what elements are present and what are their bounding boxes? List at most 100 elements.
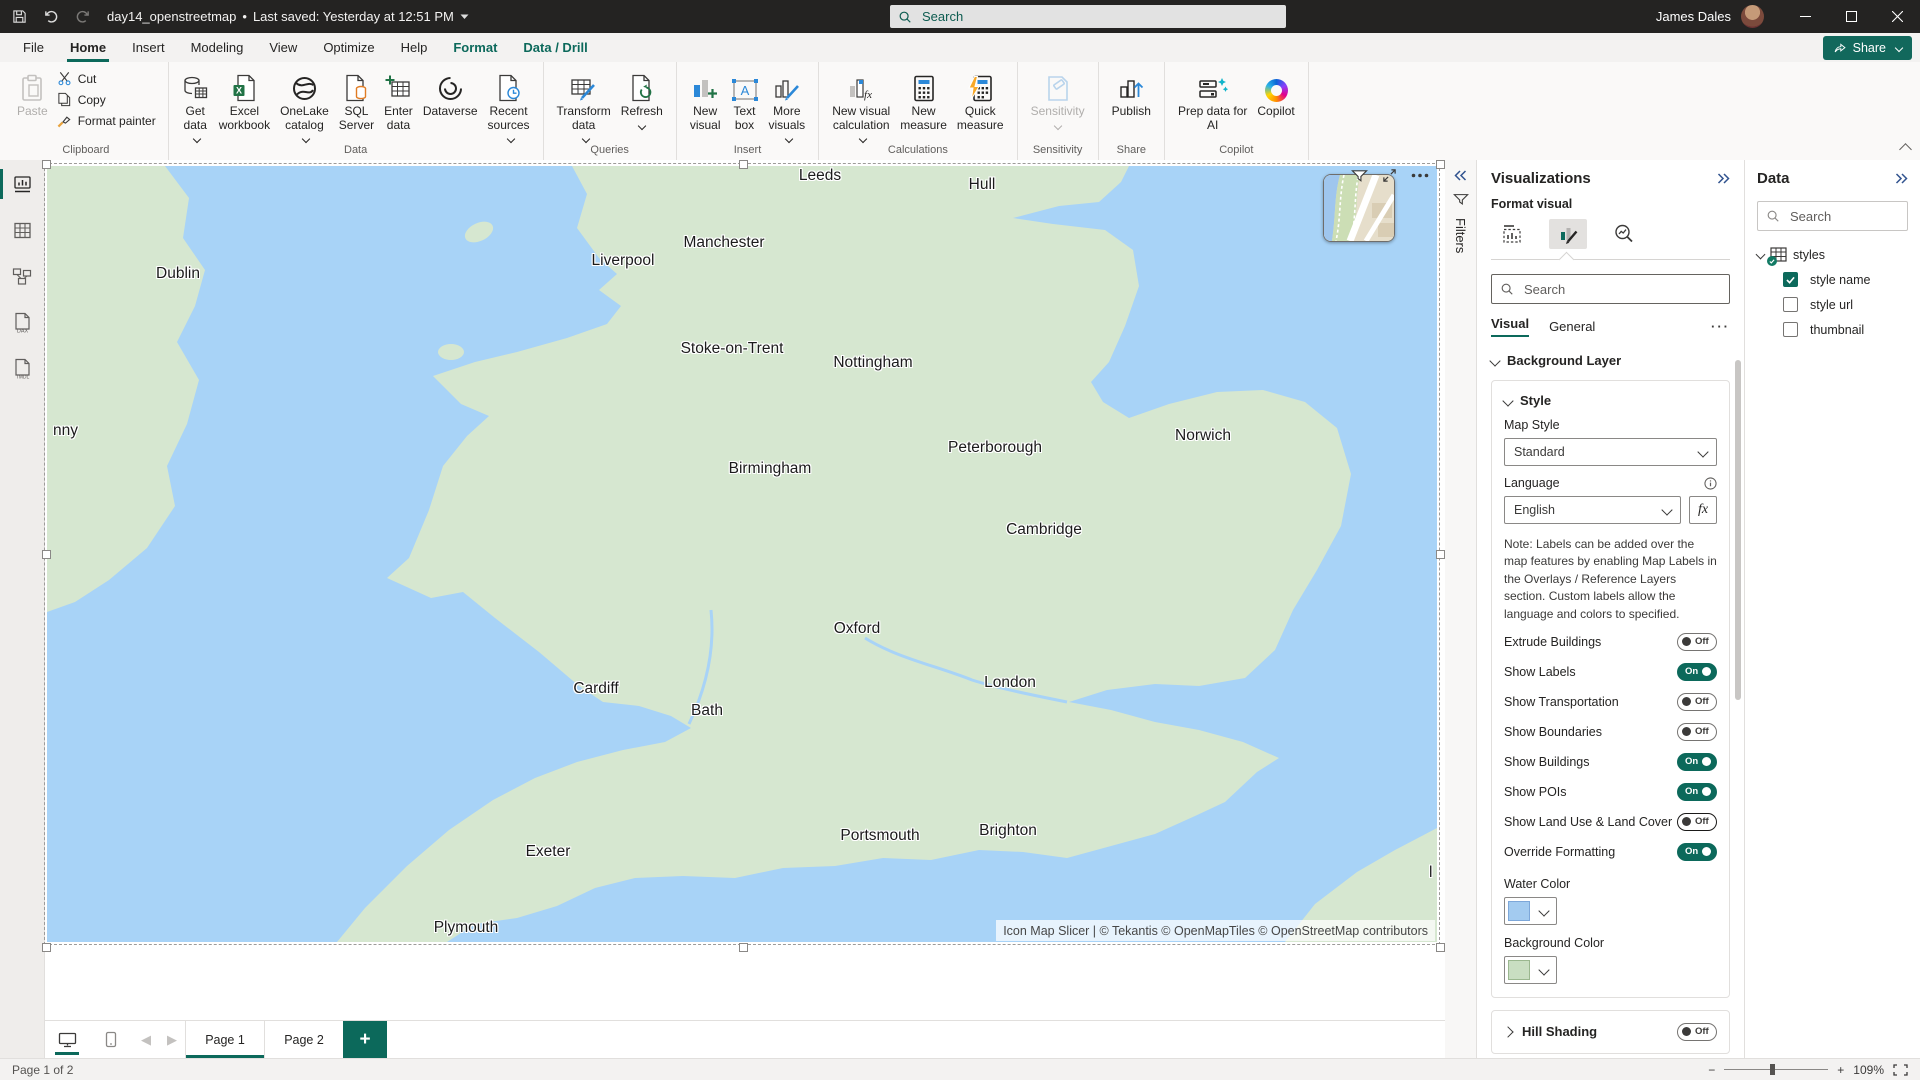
expand-pane-icon[interactable] xyxy=(1454,170,1467,181)
new-visual-calculation-button[interactable]: fx New visual calculation xyxy=(827,66,895,142)
sensitivity-button[interactable]: Sensitivity xyxy=(1026,66,1090,129)
menu-optimize[interactable]: Optimize xyxy=(310,33,387,62)
build-visual-tab[interactable] xyxy=(1493,219,1531,249)
openstreetmap-visual[interactable]: LeedsHullManchesterLiverpoolDublinStoke-… xyxy=(47,166,1437,942)
sql-server-button[interactable]: SQL Server xyxy=(334,66,379,133)
field-style-name[interactable]: style name xyxy=(1783,272,1908,287)
toggle-switch[interactable]: Off xyxy=(1677,813,1717,831)
menu-help[interactable]: Help xyxy=(388,33,441,62)
language-dropdown[interactable]: English xyxy=(1504,496,1681,524)
search-input[interactable] xyxy=(920,8,1278,25)
menu-file[interactable]: File xyxy=(10,33,57,62)
resize-handle[interactable] xyxy=(739,160,748,169)
format-visual-tab[interactable] xyxy=(1549,219,1587,249)
document-title[interactable]: day14_openstreetmap • Last saved: Yester… xyxy=(107,9,469,24)
save-icon[interactable] xyxy=(12,9,27,24)
resize-handle[interactable] xyxy=(1436,550,1445,559)
report-view-button[interactable] xyxy=(0,166,45,202)
resize-handle[interactable] xyxy=(42,943,51,952)
field-style-url[interactable]: style url xyxy=(1783,297,1908,312)
resize-handle[interactable] xyxy=(1436,943,1445,952)
analytics-tab[interactable] xyxy=(1605,219,1643,249)
new-measure-button[interactable]: New measure xyxy=(895,66,952,133)
toggle-switch[interactable]: On xyxy=(1677,783,1717,801)
enter-data-button[interactable]: Enter data xyxy=(379,66,418,133)
collapse-ribbon-icon[interactable] xyxy=(1899,143,1912,156)
format-search[interactable] xyxy=(1491,274,1730,304)
map-style-thumbnail[interactable] xyxy=(1323,174,1395,242)
format-painter-button[interactable]: Format painter xyxy=(53,112,160,129)
dataverse-button[interactable]: Dataverse xyxy=(418,66,483,119)
checkbox-checked[interactable] xyxy=(1783,272,1798,287)
table-styles-node[interactable]: styles xyxy=(1757,247,1908,262)
new-page-button[interactable]: + xyxy=(343,1021,387,1058)
table-view-button[interactable] xyxy=(0,212,45,248)
filter-funnel-icon[interactable] xyxy=(1351,169,1368,183)
tab-visual[interactable]: Visual xyxy=(1491,316,1529,337)
user-name[interactable]: James Dales xyxy=(1656,9,1731,24)
scrollbar[interactable] xyxy=(1735,360,1741,700)
zoom-out-button[interactable]: − xyxy=(1708,1063,1715,1077)
global-search[interactable] xyxy=(890,5,1286,28)
menu-insert[interactable]: Insert xyxy=(119,33,178,62)
transform-data-button[interactable]: Transform data xyxy=(552,66,616,142)
maximize-button[interactable] xyxy=(1828,0,1874,33)
paste-button[interactable]: Paste xyxy=(12,66,53,119)
previous-page-arrow[interactable]: ◀︎ xyxy=(133,1021,159,1058)
redo-icon[interactable] xyxy=(75,9,91,24)
toggle-switch[interactable]: On xyxy=(1677,843,1717,861)
cut-button[interactable]: Cut xyxy=(53,70,160,87)
dax-query-view-button[interactable]: DAX xyxy=(0,304,45,340)
copy-button[interactable]: Copy xyxy=(53,91,160,108)
menu-format[interactable]: Format xyxy=(440,33,510,62)
avatar[interactable] xyxy=(1741,5,1764,28)
format-search-input[interactable] xyxy=(1522,281,1721,298)
recent-sources-button[interactable]: Recent sources xyxy=(483,66,535,142)
menu-home[interactable]: Home xyxy=(57,33,119,62)
style-section[interactable]: Style xyxy=(1504,393,1717,408)
excel-workbook-button[interactable]: X Excel workbook xyxy=(214,66,275,133)
minimize-button[interactable] xyxy=(1782,0,1828,33)
zoom-slider[interactable] xyxy=(1724,1069,1828,1070)
data-search[interactable] xyxy=(1757,201,1908,231)
more-options-icon[interactable]: ··· xyxy=(1711,319,1730,334)
toggle-switch[interactable]: Off xyxy=(1677,723,1717,741)
water-color-picker[interactable] xyxy=(1504,897,1557,925)
more-options-icon[interactable] xyxy=(1411,173,1429,178)
map-style-dropdown[interactable]: Standard xyxy=(1504,438,1717,466)
share-button[interactable]: Share xyxy=(1823,36,1912,60)
collapse-pane-icon[interactable] xyxy=(1717,173,1730,184)
hill-shading-toggle[interactable]: Off xyxy=(1677,1023,1717,1041)
tmdl-view-button[interactable]: TMDL xyxy=(0,350,45,386)
toggle-switch[interactable]: On xyxy=(1677,753,1717,771)
data-search-input[interactable] xyxy=(1788,208,1899,225)
toggle-switch[interactable]: Off xyxy=(1677,693,1717,711)
collapse-pane-icon[interactable] xyxy=(1895,173,1908,184)
focus-mode-icon[interactable] xyxy=(1382,168,1397,183)
resize-handle[interactable] xyxy=(42,550,51,559)
resize-handle[interactable] xyxy=(1436,160,1445,169)
resize-handle[interactable] xyxy=(42,160,51,169)
zoom-slider-thumb[interactable] xyxy=(1770,1064,1775,1075)
filters-pane-collapsed[interactable]: Filters xyxy=(1445,160,1477,1058)
checkbox-unchecked[interactable] xyxy=(1783,297,1798,312)
checkbox-unchecked[interactable] xyxy=(1783,322,1798,337)
zoom-in-button[interactable]: + xyxy=(1837,1063,1844,1077)
publish-button[interactable]: Publish xyxy=(1107,66,1156,119)
fx-conditional-format-button[interactable]: fx xyxy=(1689,496,1717,524)
desktop-layout-button[interactable] xyxy=(45,1021,89,1058)
page-tab-2[interactable]: Page 2 xyxy=(264,1021,343,1058)
prep-data-for-ai-button[interactable]: Prep data for AI xyxy=(1173,66,1252,133)
quick-measure-button[interactable]: Quick measure xyxy=(952,66,1009,133)
next-page-arrow[interactable]: ▶︎ xyxy=(159,1021,185,1058)
field-thumbnail[interactable]: thumbnail xyxy=(1783,322,1908,337)
undo-icon[interactable] xyxy=(43,9,59,24)
toggle-switch[interactable]: On xyxy=(1677,663,1717,681)
model-view-button[interactable] xyxy=(0,258,45,294)
report-canvas[interactable]: LeedsHullManchesterLiverpoolDublinStoke-… xyxy=(45,160,1445,1020)
background-layer-section[interactable]: Background Layer xyxy=(1491,353,1730,368)
menu-modeling[interactable]: Modeling xyxy=(178,33,257,62)
new-visual-button[interactable]: New visual xyxy=(685,66,726,133)
menu-data-drill[interactable]: Data / Drill xyxy=(510,33,600,62)
get-data-button[interactable]: Get data xyxy=(177,66,214,142)
